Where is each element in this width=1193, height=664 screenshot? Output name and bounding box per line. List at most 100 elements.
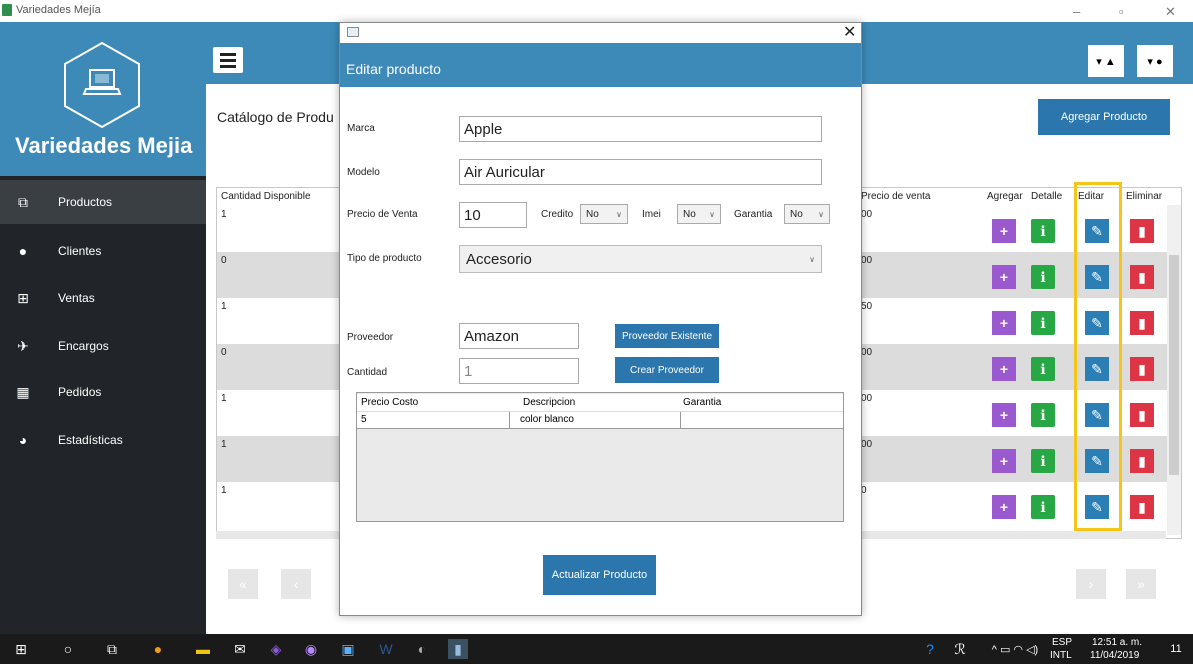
dialog-title: Editar producto <box>346 61 441 77</box>
detail-button[interactable]: ℹ <box>1031 219 1055 243</box>
detail-button[interactable]: ℹ <box>1031 403 1055 427</box>
minimize-button[interactable]: – <box>1073 4 1080 19</box>
provider-grid-row[interactable]: 5 color blanco <box>357 412 843 429</box>
plus-icon: + <box>999 269 1009 285</box>
notifications-button[interactable]: ▾ ▲ <box>1088 45 1124 77</box>
garantia-select[interactable]: No ∨ <box>784 204 830 224</box>
file-explorer-icon[interactable]: ▬ <box>193 639 213 659</box>
dialog-close-button[interactable]: ✕ <box>843 22 856 42</box>
maximize-button[interactable]: ▫ <box>1119 4 1124 19</box>
modelo-input[interactable]: Air Auricular <box>459 159 822 185</box>
active-app-icon[interactable]: ▮ <box>448 639 468 659</box>
trash-icon: ▮ <box>1138 268 1146 285</box>
paint-icon[interactable]: ◐ <box>412 639 432 659</box>
delete-button[interactable]: ▮ <box>1130 357 1154 381</box>
plus-icon: + <box>999 453 1009 469</box>
cell-qty: 0 <box>221 255 227 266</box>
cell-price: 50 <box>861 301 873 312</box>
add-stock-button[interactable]: + <box>992 311 1016 335</box>
next-page-button[interactable]: › <box>1076 569 1106 599</box>
table-vertical-scrollbar[interactable] <box>1167 205 1181 535</box>
detail-button[interactable]: ℹ <box>1031 265 1055 289</box>
help-icon[interactable]: ? <box>920 639 940 659</box>
add-stock-button[interactable]: + <box>992 219 1016 243</box>
sidebar-item-productos[interactable]: ⧉ Productos <box>0 180 206 224</box>
precio-input[interactable]: 10 <box>459 202 527 228</box>
detail-button[interactable]: ℹ <box>1031 495 1055 519</box>
delete-button[interactable]: ▮ <box>1130 265 1154 289</box>
marca-input[interactable]: Apple <box>459 116 822 142</box>
notifications-center-icon[interactable]: 11 <box>1166 639 1186 659</box>
delete-button[interactable]: ▮ <box>1130 403 1154 427</box>
window-icon <box>347 27 359 37</box>
imei-select[interactable]: No ∨ <box>677 204 721 224</box>
proveedor-input[interactable]: Amazon <box>459 323 579 349</box>
tipo-select[interactable]: Accesorio ∨ <box>459 245 822 273</box>
chevron-down-icon: ∨ <box>616 209 622 219</box>
sidebar-item-estadisticas[interactable]: ◕ Estadísticas <box>0 418 206 462</box>
info-icon: ℹ <box>1040 268 1046 285</box>
windows-start-icon[interactable]: ⊞ <box>11 639 31 659</box>
delete-button[interactable]: ▮ <box>1130 449 1154 473</box>
grid-cell-descripcion: color blanco <box>520 414 574 425</box>
last-page-button[interactable]: » <box>1126 569 1156 599</box>
detail-button[interactable]: ℹ <box>1031 311 1055 335</box>
add-stock-button[interactable]: + <box>992 449 1016 473</box>
app-icon-blue[interactable]: ▣ <box>338 639 358 659</box>
keyboard-layout-label[interactable]: INTL <box>1050 650 1072 661</box>
sidebar-item-pedidos[interactable]: ▦ Pedidos <box>0 370 206 414</box>
hamburger-menu-button[interactable] <box>213 47 243 73</box>
cantidad-input[interactable]: 1 <box>459 358 579 384</box>
garantia-value: No <box>790 208 803 220</box>
sidebar-item-encargos[interactable]: ✈ Encargos <box>0 324 206 368</box>
detail-button[interactable]: ℹ <box>1031 357 1055 381</box>
add-stock-button[interactable]: + <box>992 495 1016 519</box>
column-header-detalle: Detalle <box>1031 191 1063 202</box>
search-icon[interactable]: ○ <box>58 639 78 659</box>
existing-provider-button[interactable]: Proveedor Existente <box>615 324 719 348</box>
firefox-icon[interactable]: ● <box>148 639 168 659</box>
laptop-logo-icon <box>64 41 140 129</box>
sidebar-item-ventas[interactable]: ⊞ Ventas <box>0 276 206 320</box>
prev-page-button[interactable]: ‹ <box>281 569 311 599</box>
first-page-button[interactable]: « <box>228 569 258 599</box>
sidebar-item-clientes[interactable]: ● Clientes <box>0 229 206 273</box>
marca-label: Marca <box>347 123 375 134</box>
add-product-button[interactable]: Agregar Producto <box>1038 99 1170 135</box>
create-provider-button[interactable]: Crear Proveedor <box>615 357 719 383</box>
app-icon <box>2 4 12 16</box>
word-icon[interactable]: W <box>376 639 396 659</box>
cell-qty: 1 <box>221 209 227 220</box>
clock-time[interactable]: 12:51 a. m. <box>1092 637 1142 648</box>
delete-button[interactable]: ▮ <box>1130 219 1154 243</box>
column-header-qty: Cantidad Disponible <box>221 191 311 202</box>
language-label[interactable]: ESP <box>1052 637 1072 648</box>
people-icon[interactable]: ℛ <box>950 639 970 659</box>
mail-icon[interactable]: ✉ <box>230 639 250 659</box>
brand-title: Variedades Mejia <box>15 133 193 158</box>
delete-button[interactable]: ▮ <box>1130 311 1154 335</box>
task-view-icon[interactable]: ⧉ <box>102 639 122 659</box>
user-menu-button[interactable]: ▾ ● <box>1137 45 1173 77</box>
visual-studio-icon[interactable]: ◈ <box>266 639 286 659</box>
credito-select[interactable]: No ∨ <box>580 204 628 224</box>
detail-button[interactable]: ℹ <box>1031 449 1055 473</box>
add-stock-button[interactable]: + <box>992 357 1016 381</box>
credito-label: Credito <box>541 209 574 220</box>
close-window-button[interactable]: ✕ <box>1165 4 1176 20</box>
system-tray-icons[interactable]: ^ ▭ ◠ ◁) <box>980 639 1050 659</box>
app-icon-purple[interactable]: ◉ <box>301 639 321 659</box>
delete-button[interactable]: ▮ <box>1130 495 1154 519</box>
imei-label: Imei <box>642 209 661 220</box>
bell-icon: ▾ ▲ <box>1096 55 1116 68</box>
update-product-button[interactable]: Actualizar Producto <box>543 555 656 595</box>
page-title: Catálogo de Produ <box>217 109 334 125</box>
cell-price: 00 <box>861 209 873 220</box>
add-stock-button[interactable]: + <box>992 403 1016 427</box>
garantia-label: Garantia <box>734 209 773 220</box>
provider-grid-header: Precio Costo Descripcion Garantia <box>357 394 843 412</box>
column-header-price: Precio de venta <box>861 191 931 202</box>
clock-date[interactable]: 11/04/2019 <box>1090 650 1139 661</box>
add-stock-button[interactable]: + <box>992 265 1016 289</box>
precio-label: Precio de Venta <box>347 209 418 220</box>
